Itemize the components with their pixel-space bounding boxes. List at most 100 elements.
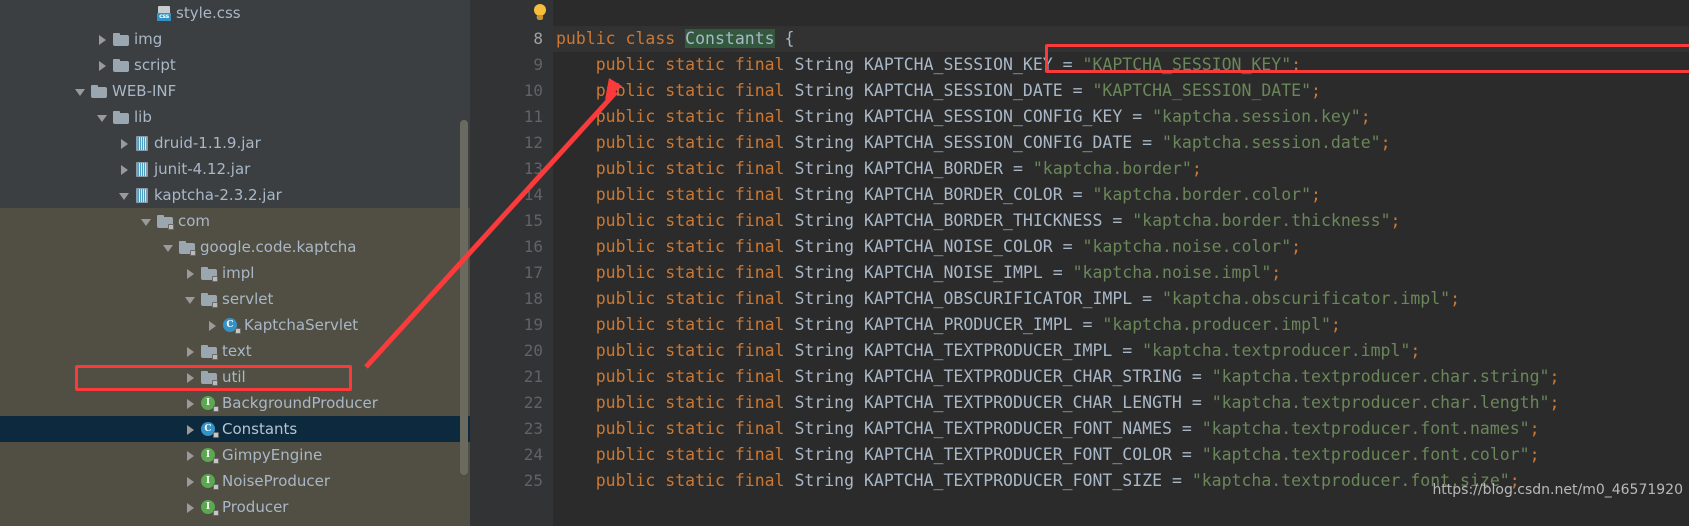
code-line[interactable]: public static final String KAPTCHA_SESSI…	[553, 104, 1689, 130]
code-line[interactable]: public static final String KAPTCHA_TEXTP…	[553, 468, 1689, 494]
tree-item-jhlabs[interactable]: jhlabs	[0, 520, 470, 526]
tree-item-kaptchaservlet[interactable]: C KaptchaServlet	[0, 312, 470, 338]
chevron-right-icon[interactable]	[184, 345, 197, 358]
code-line[interactable]	[553, 0, 1689, 26]
chevron-right-icon[interactable]	[184, 449, 197, 462]
chevron-down-icon[interactable]	[74, 85, 87, 98]
line-number: 25	[523, 471, 543, 490]
folder-locked-icon	[157, 214, 174, 230]
tree-item-backgroundproducer[interactable]: I BackgroundProducer	[0, 390, 470, 416]
tree-item-impl[interactable]: impl	[0, 260, 470, 286]
chevron-right-icon[interactable]	[96, 59, 109, 72]
code-token: String	[794, 211, 864, 230]
tree-vertical-scrollbar[interactable]	[460, 120, 468, 475]
tree-item-util[interactable]: util	[0, 364, 470, 390]
code-token: =	[1132, 107, 1153, 126]
code-line[interactable]: public static final String KAPTCHA_PRODU…	[553, 312, 1689, 338]
code-token: Constants	[685, 29, 775, 48]
code-line[interactable]: public static final String KAPTCHA_SESSI…	[553, 130, 1689, 156]
tree-item-gimpyengine[interactable]: I GimpyEngine	[0, 442, 470, 468]
project-tree-panel[interactable]: css style.css img script WEB-INF lib druid-1.1…	[0, 0, 470, 526]
code-token: String	[794, 341, 864, 360]
chevron-down-icon[interactable]	[184, 293, 197, 306]
chevron-down-icon[interactable]	[118, 189, 131, 202]
chevron-right-icon[interactable]	[184, 501, 197, 514]
chevron-down-icon[interactable]	[162, 241, 175, 254]
code-token: "KAPTCHA_SESSION_DATE"	[1092, 81, 1312, 100]
code-line[interactable]: public static final String KAPTCHA_TEXTP…	[553, 364, 1689, 390]
code-token: ;	[1291, 237, 1302, 256]
code-token: ;	[1410, 341, 1421, 360]
tree-item-kaptcha-2-3-2-jar[interactable]: kaptcha-2.3.2.jar	[0, 182, 470, 208]
code-token: KAPTCHA_SESSION_KEY	[863, 55, 1063, 74]
chevron-right-icon[interactable]	[184, 371, 197, 384]
code-line[interactable]: public static final String KAPTCHA_TEXTP…	[553, 416, 1689, 442]
code-token: KAPTCHA_BORDER_THICKNESS	[863, 211, 1113, 230]
code-token: String	[794, 133, 864, 152]
code-token: "kaptcha.session.date"	[1162, 133, 1381, 152]
code-line[interactable]: public class Constants {	[553, 26, 1689, 52]
chevron-right-icon[interactable]	[184, 267, 197, 280]
code-line[interactable]: public static final String KAPTCHA_BORDE…	[553, 156, 1689, 182]
code-token: ;	[1380, 133, 1391, 152]
chevron-right-icon[interactable]	[184, 475, 197, 488]
tree-item-script[interactable]: script	[0, 52, 470, 78]
code-line[interactable]: public static final String KAPTCHA_TEXTP…	[553, 390, 1689, 416]
code-token: public static final	[595, 315, 795, 334]
code-token: =	[1112, 211, 1133, 230]
tree-item-label: impl	[222, 264, 255, 282]
tree-item-junit-4-12-jar[interactable]: junit-4.12.jar	[0, 156, 470, 182]
code-line[interactable]: public static final String KAPTCHA_NOISE…	[553, 234, 1689, 260]
chevron-right-icon[interactable]	[96, 33, 109, 46]
lightbulb-icon[interactable]	[532, 4, 548, 22]
tree-item-google-code-kaptcha[interactable]: google.code.kaptcha	[0, 234, 470, 260]
class-icon: C	[201, 421, 219, 438]
code-line[interactable]: public static final String KAPTCHA_SESSI…	[553, 78, 1689, 104]
project-tree-list[interactable]: css style.css img script WEB-INF lib druid-1.1…	[0, 0, 470, 526]
code-token: public static final	[595, 211, 795, 230]
code-token: String	[794, 55, 864, 74]
chevron-right-icon[interactable]	[206, 319, 219, 332]
tree-item-druid-1-1-9-jar[interactable]: druid-1.1.9.jar	[0, 130, 470, 156]
code-line[interactable]: public static final String KAPTCHA_OBSCU…	[553, 286, 1689, 312]
code-editor-panel[interactable]: 78910111213141516171819202122232425 publ…	[470, 0, 1689, 526]
code-token: KAPTCHA_PRODUCER_IMPL	[863, 315, 1083, 334]
tree-item-producer[interactable]: I Producer	[0, 494, 470, 520]
chevron-right-icon[interactable]	[118, 137, 131, 150]
chevron-down-icon[interactable]	[96, 111, 109, 124]
tree-item-servlet[interactable]: servlet	[0, 286, 470, 312]
code-token: KAPTCHA_BORDER_COLOR	[863, 185, 1073, 204]
tree-item-img[interactable]: img	[0, 26, 470, 52]
code-content[interactable]: public class Constants { public static f…	[553, 0, 1689, 526]
code-token: ;	[1390, 211, 1401, 230]
code-line[interactable]: public static final String KAPTCHA_TEXTP…	[553, 338, 1689, 364]
tree-item-web-inf[interactable]: WEB-INF	[0, 78, 470, 104]
chevron-down-icon[interactable]	[140, 215, 153, 228]
code-line[interactable]: public static final String KAPTCHA_SESSI…	[553, 52, 1689, 78]
tree-item-label: BackgroundProducer	[222, 394, 378, 412]
chevron-right-icon[interactable]	[118, 163, 131, 176]
code-line[interactable]: public static final String KAPTCHA_NOISE…	[553, 260, 1689, 286]
code-line[interactable]: public static final String KAPTCHA_BORDE…	[553, 182, 1689, 208]
code-token: =	[1013, 159, 1033, 178]
code-token: ;	[1509, 471, 1520, 490]
code-token: "kaptcha.obscurificator.impl"	[1162, 289, 1451, 308]
chevron-right-icon[interactable]	[184, 423, 197, 436]
code-line[interactable]: public static final String KAPTCHA_BORDE…	[553, 208, 1689, 234]
tree-item-constants[interactable]: C Constants	[0, 416, 470, 442]
tree-item-com[interactable]: com	[0, 208, 470, 234]
tree-item-style-css[interactable]: css style.css	[0, 0, 470, 26]
code-line[interactable]: public static final String KAPTCHA_TEXTP…	[553, 442, 1689, 468]
code-token: KAPTCHA_TEXTPRODUCER_FONT_NAMES	[863, 419, 1182, 438]
chevron-right-icon[interactable]	[184, 397, 197, 410]
code-token: KAPTCHA_TEXTPRODUCER_CHAR_STRING	[863, 367, 1192, 386]
tree-item-lib[interactable]: lib	[0, 104, 470, 130]
line-number: 9	[533, 55, 543, 74]
code-token: =	[1082, 315, 1103, 334]
line-number: 11	[523, 107, 543, 126]
tree-item-noiseproducer[interactable]: I NoiseProducer	[0, 468, 470, 494]
tree-item-text[interactable]: text	[0, 338, 470, 364]
code-token: "kaptcha.border.thickness"	[1132, 211, 1391, 230]
